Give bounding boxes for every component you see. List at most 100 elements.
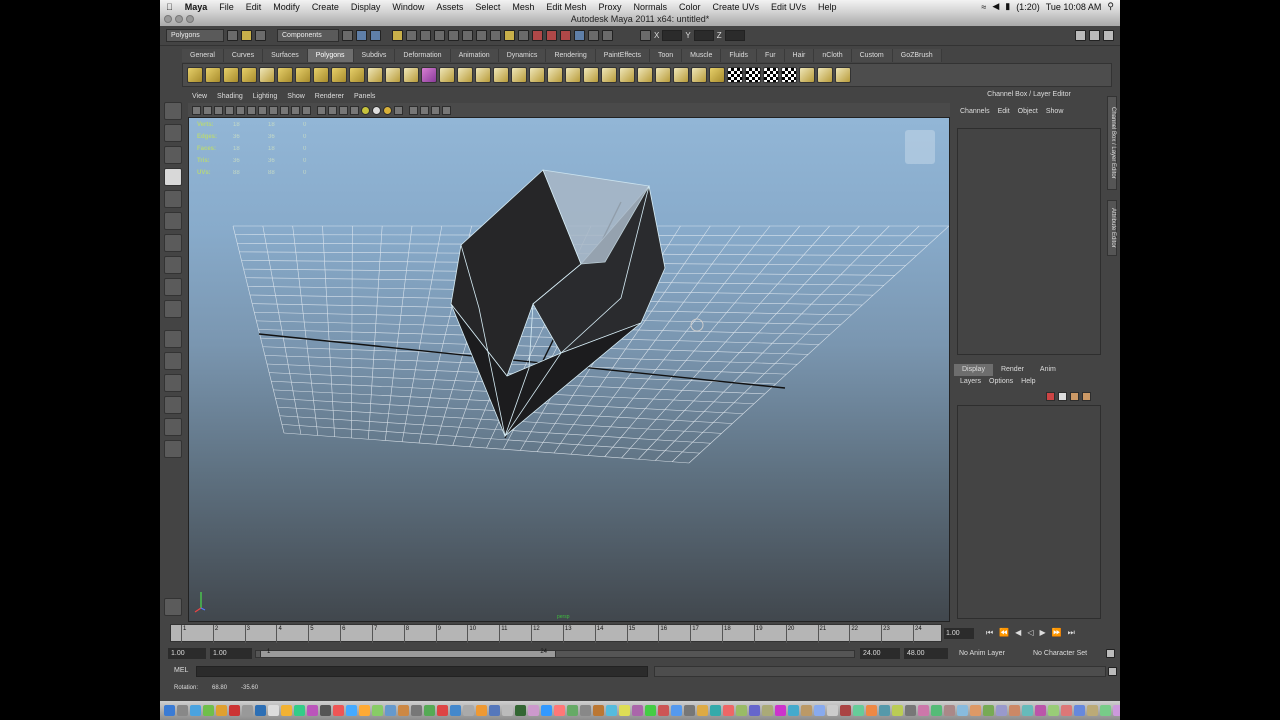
- poly-cube-icon[interactable]: [205, 67, 221, 83]
- absolute-transform-icon[interactable]: [640, 30, 651, 41]
- tool-settings-icon[interactable]: [164, 598, 182, 616]
- show-hide-toolbox-icon[interactable]: [1075, 30, 1086, 41]
- menu-display[interactable]: Display: [345, 2, 387, 12]
- dock-app-icon[interactable]: [879, 705, 890, 716]
- layout-outliner-icon[interactable]: [164, 418, 182, 436]
- panel-menu-renderer[interactable]: Renderer: [315, 93, 344, 103]
- wedge-icon[interactable]: [673, 67, 689, 83]
- command-input[interactable]: [196, 666, 648, 677]
- dock-app-icon[interactable]: [580, 705, 591, 716]
- planar-mapping-icon[interactable]: [709, 67, 725, 83]
- dock-app-icon[interactable]: [606, 705, 617, 716]
- shadows-icon[interactable]: [383, 105, 392, 115]
- menu-edit-mesh[interactable]: Edit Mesh: [540, 2, 592, 12]
- uv-layout-icon[interactable]: [745, 67, 761, 83]
- dock-app-icon[interactable]: [1087, 705, 1098, 716]
- dock-app-icon[interactable]: [1022, 705, 1033, 716]
- render-icon[interactable]: [532, 30, 543, 41]
- dock-app-icon[interactable]: [424, 705, 435, 716]
- dock-app-icon[interactable]: [372, 705, 383, 716]
- select-camera-icon[interactable]: [192, 105, 201, 115]
- tab-rendering[interactable]: Rendering: [546, 49, 596, 62]
- mask-edge-icon[interactable]: [406, 30, 417, 41]
- dock-app-icon[interactable]: [541, 705, 552, 716]
- high-quality-icon[interactable]: [442, 105, 451, 115]
- tab-curves[interactable]: Curves: [223, 49, 264, 62]
- extract-icon[interactable]: [403, 67, 419, 83]
- poly-torus-icon[interactable]: [277, 67, 293, 83]
- go-to-start-icon[interactable]: ⏮: [986, 628, 993, 638]
- dock-app-icon[interactable]: [1113, 705, 1120, 716]
- tab-polygons[interactable]: Polygons: [307, 49, 354, 62]
- menu-select[interactable]: Select: [469, 2, 506, 12]
- smooth-shade-icon[interactable]: [328, 105, 337, 115]
- dock-app-icon[interactable]: [944, 705, 955, 716]
- collapse-icon[interactable]: [637, 67, 653, 83]
- poly-mesh[interactable]: [450, 169, 666, 438]
- dock-app-icon[interactable]: [1100, 705, 1111, 716]
- menu-mesh[interactable]: Mesh: [506, 2, 540, 12]
- dock-app-icon[interactable]: [970, 705, 981, 716]
- dock-app-icon[interactable]: [1048, 705, 1059, 716]
- safe-action-icon[interactable]: [291, 105, 300, 115]
- volume-icon[interactable]: ◀: [992, 1, 999, 12]
- gate-mask-icon[interactable]: [269, 105, 278, 115]
- textured-icon[interactable]: [394, 105, 403, 115]
- tab-animation[interactable]: Animation: [450, 49, 499, 62]
- dock-app-icon[interactable]: [905, 705, 916, 716]
- view-cube[interactable]: [905, 130, 935, 164]
- poly-pyramid-icon[interactable]: [313, 67, 329, 83]
- toggle-panel-icon[interactable]: [588, 30, 599, 41]
- ipr-render-icon[interactable]: [546, 30, 557, 41]
- paint-select-tool-icon[interactable]: [164, 146, 182, 164]
- bevel-icon[interactable]: [619, 67, 635, 83]
- input-line-icon[interactable]: [574, 30, 585, 41]
- poly-sphere-icon[interactable]: [187, 67, 203, 83]
- poke-icon[interactable]: [655, 67, 671, 83]
- dock-app-icon[interactable]: [190, 705, 201, 716]
- dock-app-icon[interactable]: [814, 705, 825, 716]
- panel-menu-lighting[interactable]: Lighting: [253, 93, 278, 103]
- default-light-icon[interactable]: [361, 105, 370, 115]
- dock-app-icon[interactable]: [671, 705, 682, 716]
- mask-uv-icon[interactable]: [434, 30, 445, 41]
- menu-edit-uvs[interactable]: Edit UVs: [765, 2, 812, 12]
- menu-proxy[interactable]: Proxy: [592, 2, 627, 12]
- dock-app-icon[interactable]: [489, 705, 500, 716]
- dock-app-icon[interactable]: [268, 705, 279, 716]
- dock-app-icon[interactable]: [658, 705, 669, 716]
- tab-custom[interactable]: Custom: [851, 49, 893, 62]
- step-back-key-icon[interactable]: ⏪: [999, 628, 1009, 638]
- select-hierarchy-icon[interactable]: [342, 30, 353, 41]
- dock-app-icon[interactable]: [801, 705, 812, 716]
- make-live-icon[interactable]: [504, 30, 515, 41]
- play-backward-icon[interactable]: ◁: [1027, 628, 1033, 638]
- dock-app-icon[interactable]: [281, 705, 292, 716]
- layout-extra-icon[interactable]: [164, 440, 182, 458]
- perspective-viewport[interactable]: Verts: 18 18 0 Edges: 36 36 0 Faces: 18 18 0 Tris…: [188, 117, 950, 622]
- move-layer-down-icon[interactable]: [1082, 392, 1091, 401]
- tab-painteffects[interactable]: PaintEffects: [595, 49, 650, 62]
- soft-modification-icon[interactable]: [164, 256, 182, 274]
- render-settings-icon[interactable]: [560, 30, 571, 41]
- menuset-dropdown[interactable]: Polygons: [166, 29, 224, 42]
- reverse-normals-icon[interactable]: [691, 67, 707, 83]
- menu-color[interactable]: Color: [673, 2, 707, 12]
- start-time-field[interactable]: 1.00: [168, 648, 206, 659]
- save-scene-icon[interactable]: [255, 30, 266, 41]
- zoom-window-button[interactable]: [186, 15, 194, 23]
- all-lights-icon[interactable]: [372, 105, 381, 115]
- anim-layer-dropdown[interactable]: No Anim Layer: [956, 648, 1022, 659]
- dock-app-icon[interactable]: [398, 705, 409, 716]
- snap-plane-icon[interactable]: [490, 30, 501, 41]
- step-back-frame-icon[interactable]: ◀: [1015, 628, 1021, 638]
- tab-subdivs[interactable]: Subdivs: [353, 49, 396, 62]
- dock-app-icon[interactable]: [333, 705, 344, 716]
- tab-gozbrush[interactable]: GoZBrush: [892, 49, 942, 62]
- camera-attributes-icon[interactable]: [203, 105, 212, 115]
- tab-render-layers[interactable]: Render: [993, 364, 1032, 376]
- new-layer-selected-icon[interactable]: [1058, 392, 1067, 401]
- anim-end-field[interactable]: 48.00: [904, 648, 948, 659]
- dock-app-icon[interactable]: [918, 705, 929, 716]
- misc-shelf-icon[interactable]: [817, 67, 833, 83]
